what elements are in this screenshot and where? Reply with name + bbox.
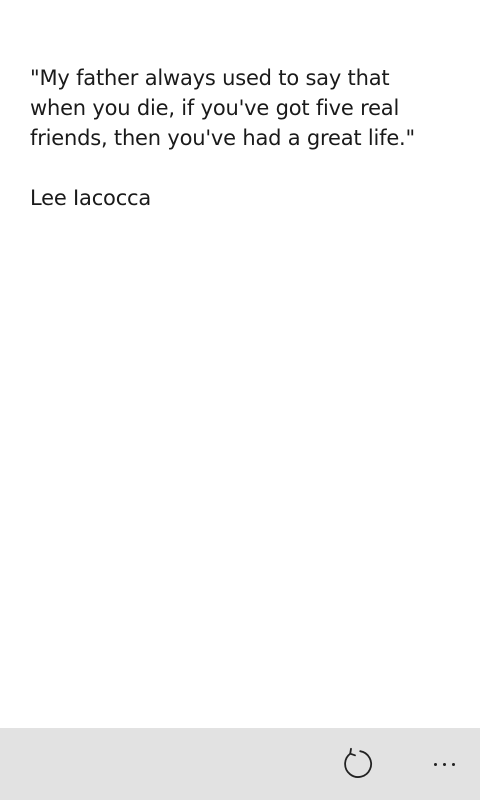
- dot: [433, 762, 437, 766]
- app-bar: [0, 728, 480, 800]
- dot: [451, 762, 455, 766]
- refresh-icon: [344, 747, 372, 778]
- quote-author: Lee Iacocca: [30, 186, 152, 210]
- refresh-button[interactable]: [337, 744, 377, 784]
- more-options-icon: [433, 762, 455, 766]
- quote-text: "My father always used to say that when …: [30, 66, 415, 150]
- quote-container: "My father always used to say that when …: [30, 63, 450, 213]
- more-options-button[interactable]: [424, 748, 464, 780]
- dot: [442, 762, 446, 766]
